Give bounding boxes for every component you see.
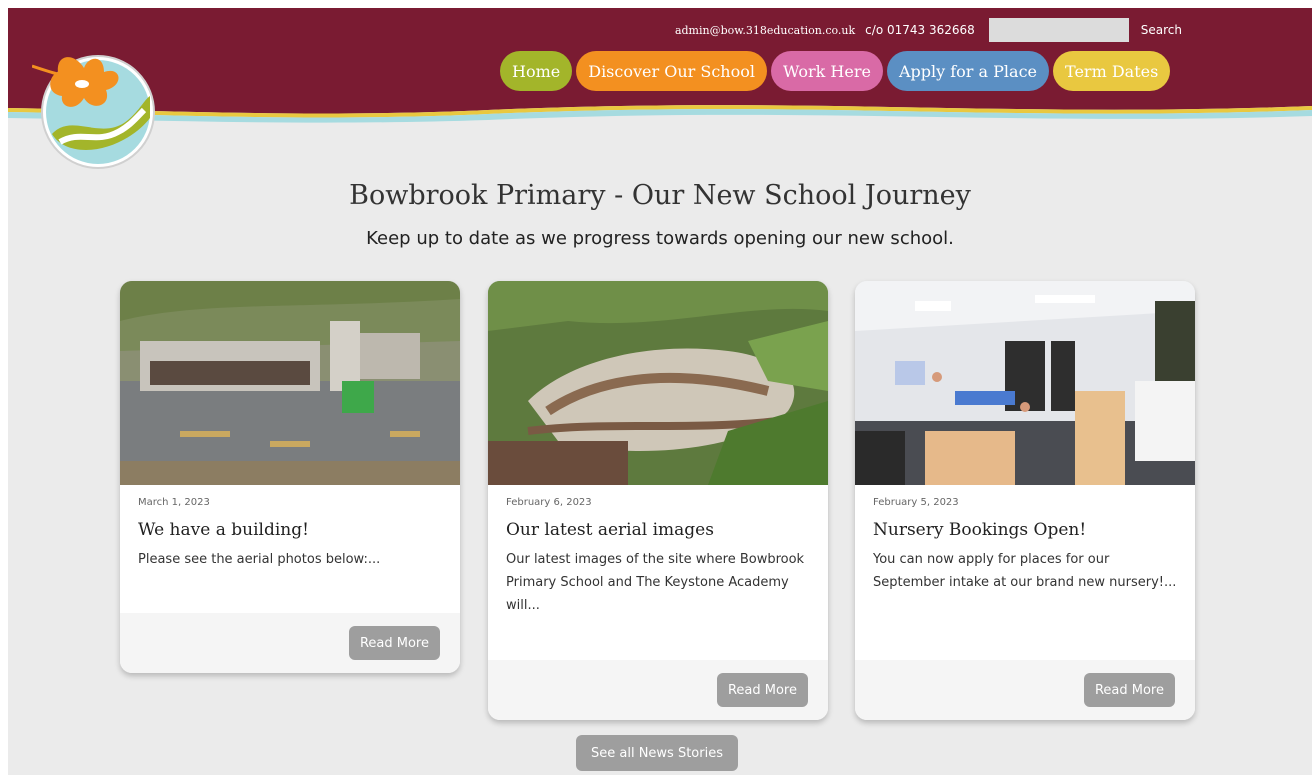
news-card-excerpt: You can now apply for places for our Sep… [873,552,1177,590]
nav-discover-our-school[interactable]: Discover Our School [576,51,767,91]
news-card-date: March 1, 2023 [138,497,210,508]
news-card-image[interactable] [855,281,1195,485]
news-card-image[interactable] [120,281,460,485]
news-card-body: March 1, 2023 We have a building! Please… [120,485,460,571]
nav-term-dates[interactable]: Term Dates [1053,51,1171,91]
main-nav: Home Discover Our School Work Here Apply… [500,51,1171,91]
site-header: admin@bow.318education.co.uk c/o 01743 3… [8,8,1312,100]
news-card-body: February 6, 2023 Our latest aerial image… [488,485,828,617]
news-card: February 5, 2023 Nursery Bookings Open! … [855,281,1195,720]
search-button[interactable]: Search [1141,23,1182,37]
read-more-button[interactable]: Read More [348,626,440,660]
see-all-news-button[interactable]: See all News Stories [576,735,738,771]
news-card-body: February 5, 2023 Nursery Bookings Open! … [855,485,1195,594]
read-more-button[interactable]: Read More [1083,673,1175,707]
news-card-title[interactable]: Nursery Bookings Open! [873,520,1177,540]
news-card-date: February 5, 2023 [873,497,959,508]
news-card-image[interactable] [488,281,828,485]
news-card: March 1, 2023 We have a building! Please… [120,281,460,673]
header-tab [1042,8,1128,10]
header-wave [8,92,1312,123]
nav-apply-for-a-place[interactable]: Apply for a Place [886,51,1050,91]
news-card-excerpt: Our latest images of the site where Bowb… [506,552,805,613]
news-card-date: February 6, 2023 [506,497,592,508]
page-title: Bowbrook Primary - Our New School Journe… [349,180,971,211]
news-card-excerpt: Please see the aerial photos below:... [138,552,381,567]
contact-phone: c/o 01743 362668 [865,23,975,37]
page-subtitle: Keep up to date as we progress towards o… [366,228,954,249]
nav-work-here[interactable]: Work Here [771,51,883,91]
news-card: February 6, 2023 Our latest aerial image… [488,281,828,720]
news-card-footer: Read More [120,613,460,673]
nav-home[interactable]: Home [500,51,573,91]
page: admin@bow.318education.co.uk c/o 01743 3… [8,8,1312,775]
header-contact-bar: admin@bow.318education.co.uk c/o 01743 3… [675,18,1312,42]
news-card-title[interactable]: Our latest aerial images [506,520,810,540]
contact-email[interactable]: admin@bow.318education.co.uk [675,24,855,37]
search-input[interactable] [988,18,1129,42]
school-logo[interactable] [32,38,160,172]
news-card-title[interactable]: We have a building! [138,520,442,540]
read-more-button[interactable]: Read More [716,673,808,707]
news-card-footer: Read More [855,660,1195,720]
news-card-footer: Read More [488,660,828,720]
